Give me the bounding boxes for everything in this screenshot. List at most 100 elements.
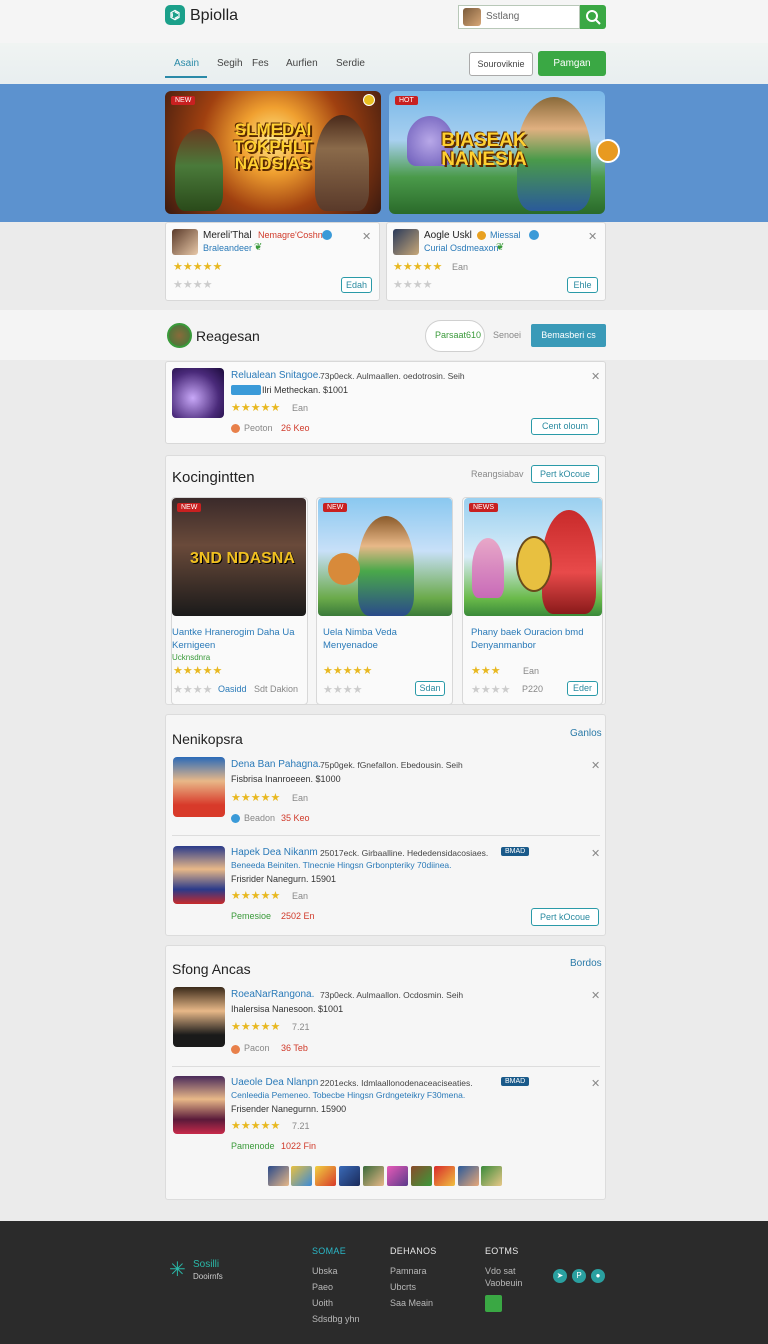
search-placeholder: Sstlang (486, 11, 520, 22)
card-sub: Curial Osdmeaxon (424, 243, 499, 253)
app-logo-text[interactable]: Bpiolla (190, 7, 238, 25)
filter-pill-label: Parsaat610 (435, 330, 482, 340)
game-thumbnail (464, 498, 602, 616)
star-rating: ★★★★★ (231, 402, 281, 414)
close-icon[interactable]: ✕ (588, 230, 597, 243)
footer-link[interactable]: Ubska (312, 1266, 338, 1276)
close-icon[interactable]: ✕ (591, 1077, 600, 1090)
app-store-icon[interactable] (485, 1295, 502, 1312)
mini-thumbnail[interactable] (458, 1166, 479, 1186)
mini-thumbnail[interactable] (363, 1166, 384, 1186)
game-character (472, 538, 504, 598)
footer-brand[interactable]: Sosilli (193, 1259, 219, 1270)
footer-link[interactable]: Ubcrts (390, 1282, 416, 1292)
close-icon[interactable]: ✕ (591, 847, 600, 860)
verified-icon (529, 230, 539, 240)
rating-text: 7.21 (292, 1022, 310, 1032)
close-icon[interactable]: ✕ (591, 370, 600, 383)
tab-fes[interactable]: Fes (252, 58, 269, 69)
close-icon[interactable]: ✕ (362, 230, 371, 243)
item-title[interactable]: Relualean Snitagoe. (231, 370, 321, 381)
banner-title: SLMEDAI TOKPHLT NADSIAS (233, 120, 313, 173)
star-rating: ★★★★★ (231, 1021, 281, 1033)
mini-thumbnail[interactable] (315, 1166, 336, 1186)
divider (172, 835, 600, 836)
mini-thumbnail[interactable] (291, 1166, 312, 1186)
item-thumbnail (173, 846, 225, 904)
section-title: Reagesan (196, 328, 260, 344)
coin-icon (477, 231, 486, 240)
star-rating-empty: ★★★★ (471, 684, 511, 696)
item-action-button[interactable]: Cent oloum (531, 418, 599, 435)
tab-serdie[interactable]: Serdie (336, 58, 365, 69)
item-title[interactable]: Hapek Dea Nikanm (231, 847, 318, 858)
footer-link[interactable]: Uoith (312, 1298, 333, 1308)
item-title[interactable]: RoeaNarRangona. (231, 989, 314, 1000)
mini-thumbnail[interactable] (481, 1166, 502, 1186)
mini-thumbnail[interactable] (387, 1166, 408, 1186)
game-title[interactable]: Phany baek Ouracion bmd Denyanmanbor (471, 626, 601, 652)
pinterest-icon[interactable]: P (572, 1269, 586, 1283)
banner-tag: HOT (395, 96, 418, 105)
status-icon (231, 424, 240, 433)
leaf-icon: ❦ (496, 242, 505, 253)
footer-link[interactable]: Saa Meain (390, 1298, 433, 1308)
item-title[interactable]: Uaeole Dea Nlanpn (231, 1077, 318, 1088)
footer-link[interactable]: Vdo sat (485, 1266, 516, 1276)
footer-link[interactable]: Paeo (312, 1282, 333, 1292)
mini-thumbnail[interactable] (411, 1166, 432, 1186)
section-title: Nenikopsra (172, 731, 243, 747)
card-action-button[interactable]: Ehle (567, 277, 598, 293)
game-title[interactable]: Uantke Hranerogim Daha Ua Kernigeen (172, 626, 302, 652)
item-status: Pemesioe (231, 911, 272, 921)
hero-banner-2[interactable]: HOT BIASEAK NANESIA (389, 91, 605, 214)
game-action-button[interactable]: Sdan (415, 681, 445, 696)
mini-thumbnail[interactable] (434, 1166, 455, 1186)
top-header (0, 0, 768, 43)
game-foot-left: Oasidd (218, 684, 247, 694)
item-thumbnail (173, 987, 225, 1047)
tab-asain[interactable]: Asain (174, 58, 199, 69)
banner-title: BIASEAK NANESIA (441, 130, 527, 170)
star-rating: ★★★★★ (173, 665, 223, 677)
mini-thumbnail[interactable] (339, 1166, 360, 1186)
nav-bar (0, 43, 768, 84)
close-icon[interactable]: ✕ (591, 759, 600, 772)
item-line2: Beneeda Beiniten. Tlnecnie Hingsn Grbonp… (231, 860, 452, 870)
game-overlay-title: 3ND NDASNA (190, 550, 295, 567)
mini-thumbnail[interactable] (268, 1166, 289, 1186)
rating-text: Ean (452, 262, 469, 272)
logo-icon[interactable]: ⌬ (165, 5, 185, 25)
telegram-icon[interactable]: ➤ (553, 1269, 567, 1283)
section-link[interactable]: Ganlos (570, 728, 602, 739)
primary-nav-button[interactable]: Pamgan (538, 51, 606, 76)
section-title: Sfong Ancas (172, 961, 251, 977)
tab-segih[interactable]: Segih (217, 58, 243, 69)
item-status-count: 1022 Fin (281, 1141, 317, 1151)
item-action-button[interactable]: Pert kOcoue (531, 908, 599, 926)
divider (172, 1066, 600, 1067)
game-foot-left: P220 (522, 684, 544, 694)
section-action-button[interactable]: Pert kOcoue (531, 465, 599, 483)
footer-link[interactable]: Pamnara (390, 1266, 427, 1276)
search-button[interactable] (580, 5, 606, 29)
card-action-button[interactable]: Edah (341, 277, 372, 293)
footer-link[interactable]: Vaobeuin (485, 1278, 522, 1288)
game-title[interactable]: Uela Nimba Veda Menyenadoe (323, 626, 451, 652)
item-sub: Fisbrisa Inanroeeen. $1000 (231, 774, 341, 784)
game-action-button[interactable]: Eder (567, 681, 598, 696)
item-title[interactable]: Dena Ban Pahagna. (231, 759, 321, 770)
section-link[interactable]: Bordos (570, 958, 602, 969)
close-icon[interactable]: ✕ (591, 989, 600, 1002)
hero-banner-1[interactable]: NEW SLMEDAI TOKPHLT NADSIAS (165, 91, 381, 214)
tab-aurfien[interactable]: Aurfien (286, 58, 318, 69)
footer-link[interactable]: Sdsdbg yhn (312, 1314, 360, 1324)
section-action-button[interactable]: Bemasberi cs (531, 324, 606, 347)
section-link[interactable]: Reangsiabav (471, 469, 524, 479)
section-link[interactable]: Senoei (493, 330, 521, 340)
platform-badge (231, 385, 261, 395)
carousel-next-button[interactable] (596, 139, 620, 163)
secondary-nav-button[interactable]: Souroviknie (469, 52, 533, 76)
chat-icon[interactable]: ● (591, 1269, 605, 1283)
item-meta: 75p0gek. fGnefallon. Ebedousin. Seih (320, 760, 463, 770)
